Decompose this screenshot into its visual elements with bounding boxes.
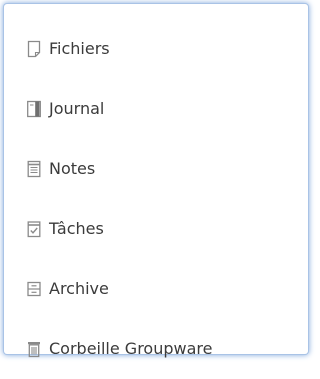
trash-icon bbox=[27, 340, 41, 358]
menu-item-label: Notes bbox=[49, 159, 96, 178]
archive-icon bbox=[27, 280, 41, 298]
menu-item-taches[interactable]: Tâches bbox=[4, 209, 308, 249]
journal-icon bbox=[27, 100, 41, 118]
menu-item-label: Journal bbox=[49, 99, 105, 118]
menu-item-label: Corbeille Groupware bbox=[49, 339, 213, 358]
menu-item-journal[interactable]: Journal bbox=[4, 89, 308, 129]
menu-item-archive[interactable]: Archive bbox=[4, 269, 308, 309]
menu-item-label: Archive bbox=[49, 279, 109, 298]
notes-icon bbox=[27, 160, 41, 178]
menu-item-notes[interactable]: Notes bbox=[4, 149, 308, 189]
menu-item-fichiers[interactable]: Fichiers bbox=[4, 29, 308, 69]
menu-item-label: Fichiers bbox=[49, 39, 110, 58]
menu-item-label: Tâches bbox=[49, 219, 104, 238]
tasks-icon bbox=[27, 220, 41, 238]
menu-item-corbeille-groupware[interactable]: Corbeille Groupware bbox=[4, 329, 308, 369]
folder-menu: Fichiers Journal Notes Tâches Archive Co… bbox=[4, 4, 308, 358]
files-icon bbox=[27, 40, 41, 58]
